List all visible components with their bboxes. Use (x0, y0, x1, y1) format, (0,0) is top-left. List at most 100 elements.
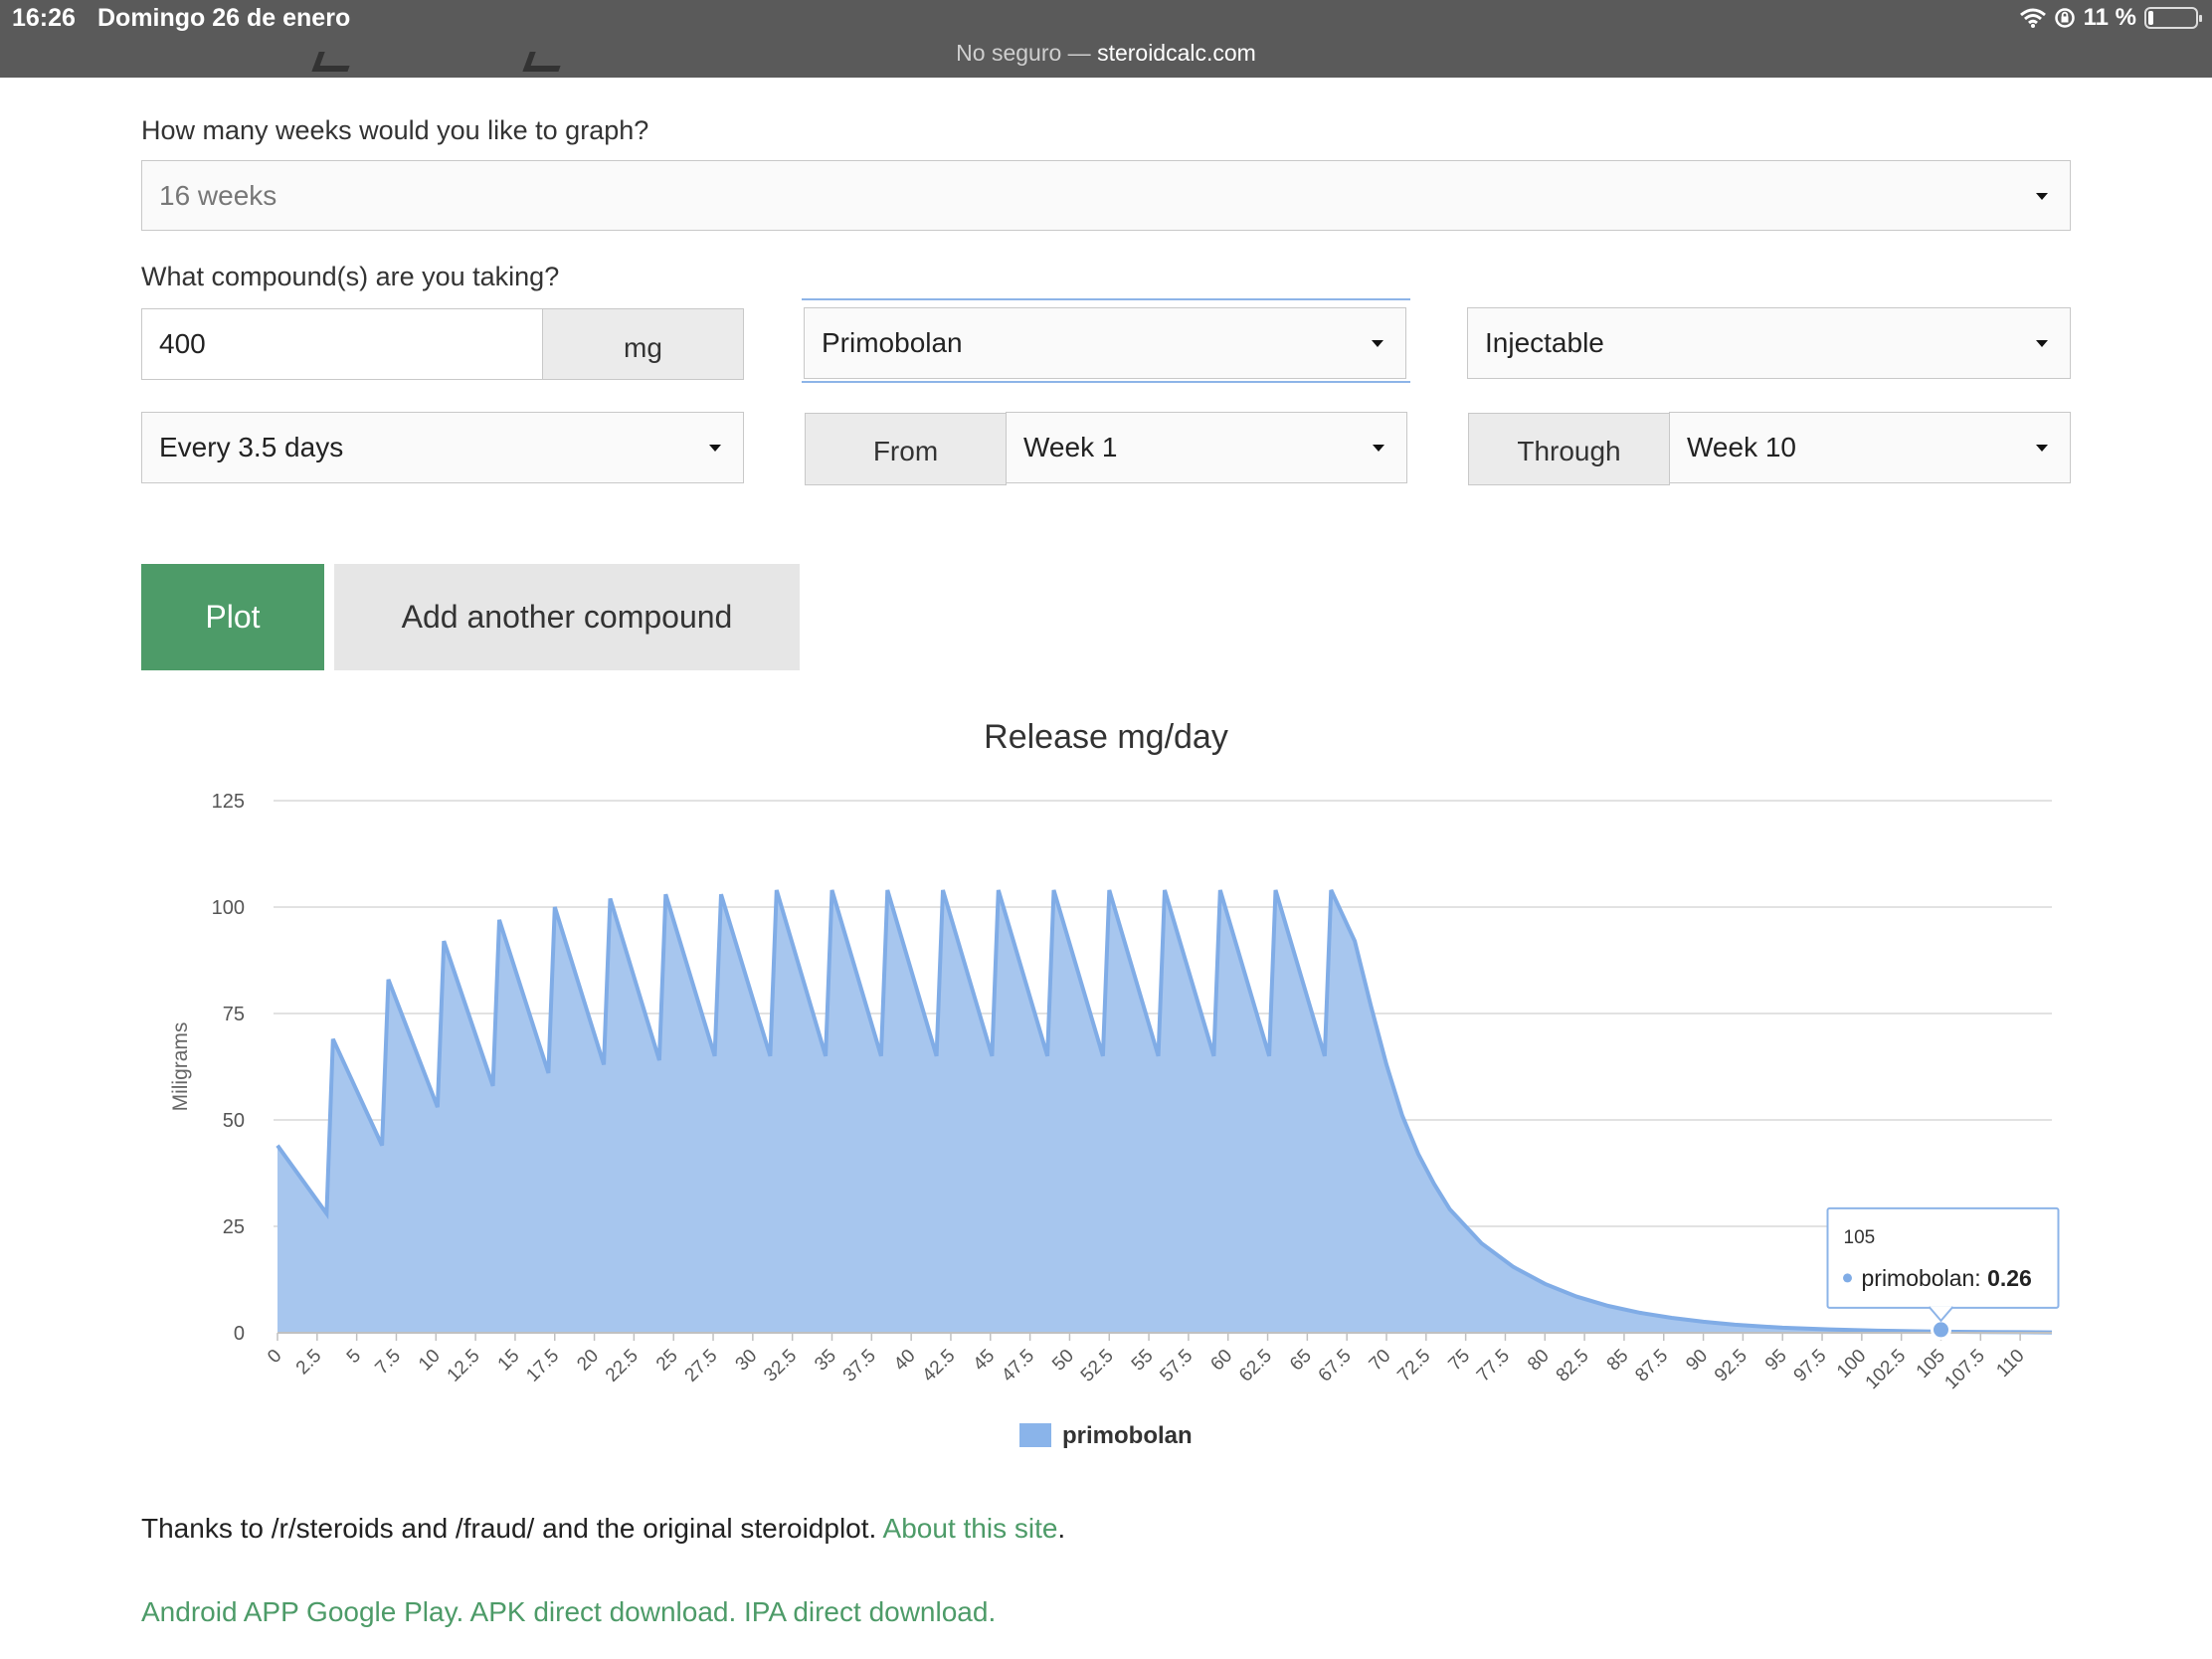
x-tick-label: 17.5 (522, 1346, 563, 1386)
chart-tooltip: 105 primobolan: 0.26 (1826, 1206, 2060, 1341)
not-secure-label: No seguro — (956, 40, 1091, 66)
chevron-down-icon (2036, 445, 2048, 452)
y-axis-label: Miligrams (169, 1022, 192, 1112)
x-tick-label: 85 (1603, 1346, 1633, 1376)
compounds-label: What compound(s) are you taking? (141, 262, 560, 291)
x-tick-label: 77.5 (1473, 1346, 1514, 1386)
tooltip-series-name: primobolan (1862, 1265, 1975, 1291)
tooltip-x-label: 105 (1844, 1227, 1876, 1248)
page-heading-cutoff (298, 52, 617, 82)
compound-focus-line-bottom (802, 381, 1410, 383)
apk-download-link[interactable]: APK direct download. (470, 1596, 737, 1627)
y-tick-label: 25 (223, 1216, 245, 1238)
footer-credits: Thanks to /r/steroids and /fraud/ and th… (141, 1513, 1065, 1545)
through-week-value: Week 10 (1687, 432, 1796, 462)
chart-legend[interactable]: primobolan (1019, 1422, 1193, 1449)
through-addon: Through (1468, 413, 1670, 485)
tooltip-arrow (1928, 1306, 1954, 1323)
footer-thanks: Thanks to /r/steroids and /fraud/ and th… (141, 1513, 877, 1544)
x-tick-label: 30 (732, 1346, 762, 1376)
y-tick-label: 125 (212, 791, 245, 813)
legend-label-primobolan: primobolan (1062, 1422, 1193, 1449)
battery-percent: 11 % (2083, 4, 2136, 31)
x-tick-label: 110 (1992, 1346, 2028, 1382)
x-tick-label: 27.5 (681, 1346, 722, 1386)
x-tick-label: 60 (1206, 1346, 1236, 1376)
x-tick-label: 32.5 (760, 1346, 801, 1386)
about-link[interactable]: About this site (883, 1513, 1058, 1544)
x-tick-label: 22.5 (602, 1346, 643, 1386)
from-week-select[interactable]: Week 1 (1006, 412, 1407, 483)
x-tick-label: 10 (415, 1346, 445, 1376)
x-tick-label: 70 (1366, 1346, 1395, 1376)
weeks-value: 16 weeks (159, 179, 277, 211)
x-axis-ticks: 0 2.5 5 7.5 1012.5 1517.5 2022.5 2527.5 3032.5 35… (264, 1333, 2029, 1393)
status-icons: 11 % (2019, 4, 2202, 32)
x-tick-label: 102.5 (1862, 1346, 1910, 1393)
x-tick-label: 7.5 (371, 1346, 405, 1380)
through-label: Through (1517, 435, 1621, 466)
through-week-select[interactable]: Week 10 (1669, 412, 2071, 483)
dose-value: 400 (159, 328, 206, 359)
x-tick-label: 65 (1286, 1346, 1316, 1376)
x-tick-label: 2.5 (292, 1346, 326, 1380)
x-tick-label: 35 (811, 1346, 840, 1376)
dose-unit-addon: mg (542, 308, 744, 380)
x-tick-label: 87.5 (1631, 1346, 1672, 1386)
tooltip-value: 0.26 (1987, 1265, 2032, 1291)
y-tick-label: 0 (234, 1323, 245, 1345)
compound-select[interactable]: Primobolan (804, 307, 1406, 379)
chevron-down-icon (709, 445, 721, 452)
chevron-down-icon (1372, 340, 1383, 347)
weeks-label: How many weeks would you like to graph? (141, 115, 649, 145)
url-domain: steroidcalc.com (1097, 40, 1256, 66)
status-time: 16:26 (12, 4, 76, 32)
x-tick-label: 82.5 (1553, 1346, 1593, 1386)
x-tick-label: 57.5 (1156, 1346, 1197, 1386)
add-compound-button[interactable]: Add another compound (334, 564, 800, 670)
x-tick-label: 95 (1761, 1346, 1791, 1376)
orientation-lock-icon (2054, 8, 2075, 28)
x-tick-label: 55 (1128, 1346, 1158, 1376)
dose-unit: mg (624, 332, 662, 363)
compound-value: Primobolan (822, 327, 963, 358)
frequency-value: Every 3.5 days (159, 432, 344, 462)
x-tick-label: 0 (264, 1346, 285, 1368)
x-tick-label: 12.5 (444, 1346, 484, 1386)
frequency-select[interactable]: Every 3.5 days (141, 412, 744, 483)
y-tick-label: 50 (223, 1110, 245, 1132)
x-tick-label: 75 (1444, 1346, 1474, 1376)
compound-focus-line-top (802, 298, 1410, 300)
x-tick-label: 107.5 (1940, 1346, 1988, 1393)
x-tick-label: 97.5 (1790, 1346, 1831, 1386)
y-tick-label: 75 (223, 1004, 245, 1025)
route-select[interactable]: Injectable (1467, 307, 2071, 379)
status-date: Domingo 26 de enero (97, 4, 351, 32)
plot-button[interactable]: Plot (141, 564, 324, 670)
x-tick-label: 37.5 (839, 1346, 880, 1386)
footer-period: . (1057, 1513, 1066, 1544)
x-tick-label: 72.5 (1393, 1346, 1434, 1386)
wifi-icon (2019, 8, 2046, 28)
android-app-link[interactable]: Android APP Google Play. (141, 1596, 463, 1627)
tooltip-point-marker (1931, 1319, 1951, 1341)
x-tick-label: 62.5 (1235, 1346, 1276, 1386)
ipa-download-link[interactable]: IPA direct download. (744, 1596, 996, 1627)
dose-input[interactable]: 400 (141, 308, 543, 380)
x-tick-label: 47.5 (998, 1346, 1038, 1386)
chart-title: Release mg/day (984, 718, 1228, 756)
from-addon: From (805, 413, 1007, 485)
x-tick-label: 5 (343, 1346, 365, 1368)
from-label: From (872, 435, 939, 466)
chevron-down-icon (2036, 192, 2048, 200)
x-tick-label: 25 (652, 1346, 682, 1376)
footer-downloads: Android APP Google Play. APK direct down… (141, 1596, 996, 1628)
tooltip-series-dot (1843, 1273, 1852, 1283)
x-tick-label: 80 (1524, 1346, 1554, 1376)
series-area-primobolan (277, 889, 2052, 1333)
chevron-down-icon (1373, 445, 1384, 452)
x-tick-label: 42.5 (918, 1346, 959, 1386)
x-tick-label: 50 (1048, 1346, 1078, 1376)
weeks-select[interactable]: 16 weeks (141, 160, 2071, 231)
x-tick-label: 40 (890, 1346, 920, 1376)
